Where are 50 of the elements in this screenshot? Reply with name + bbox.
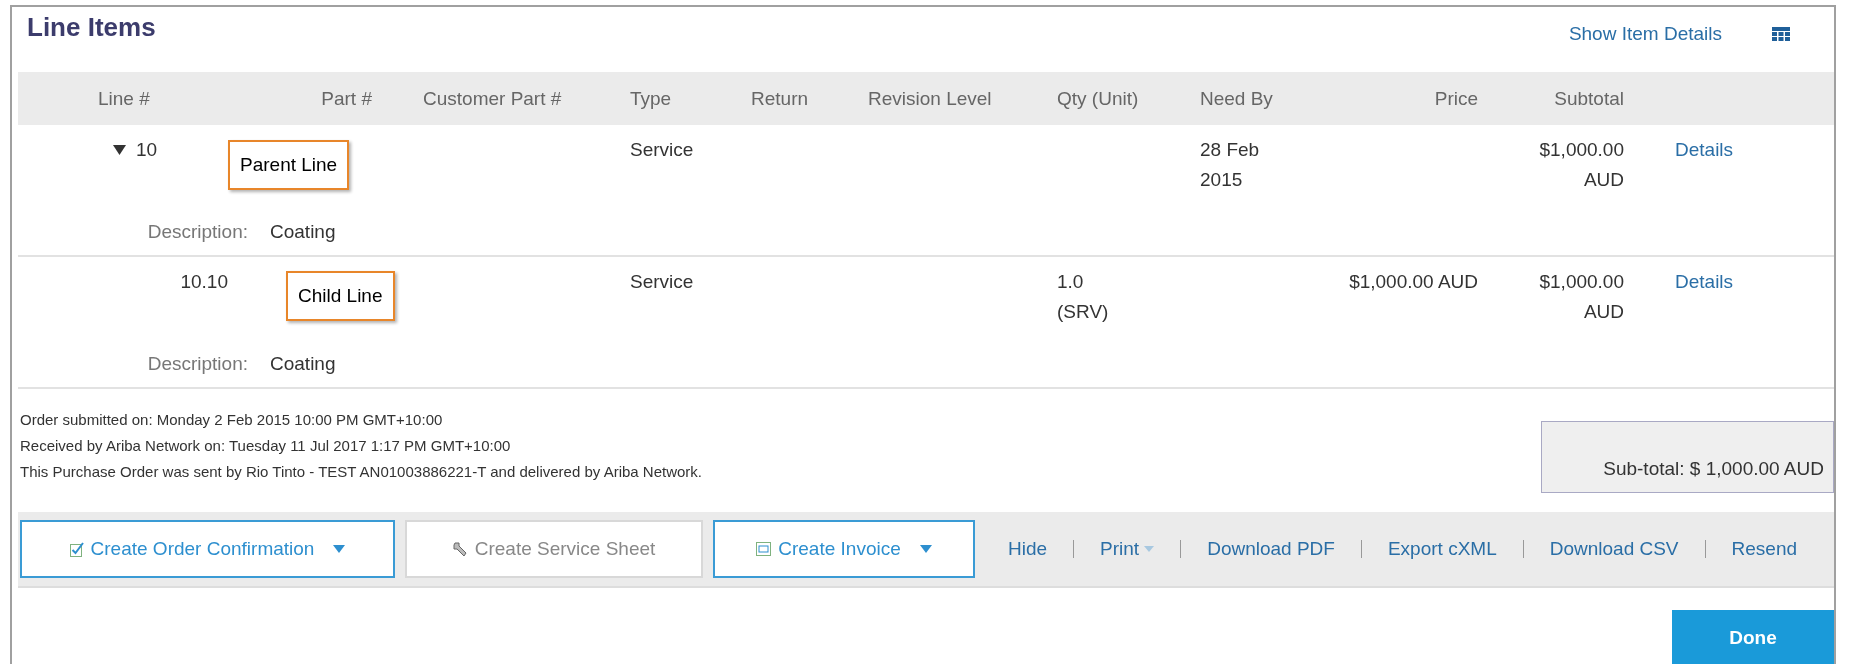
toolbar-link[interactable]: Download PDF <box>1207 538 1335 560</box>
description-label: Description: <box>146 220 248 244</box>
description-value: Coating <box>270 220 336 244</box>
callout-label: Parent Line <box>228 140 350 190</box>
toolbar-link[interactable]: Export cXML <box>1387 538 1497 560</box>
table-settings-icon[interactable] <box>1772 27 1790 41</box>
table-cell: 1.0 (SRV) <box>1057 271 1109 322</box>
section-title: Line Items <box>27 12 156 43</box>
order-info-text: Received by Ariba Network on: Tuesday 11 Jul 2017 1:17 PM GMT+10:00 <box>20 436 512 456</box>
show-item-details-link[interactable]: Show Item Details <box>1568 23 1722 45</box>
toolbar-link[interactable]: Resend <box>1731 538 1798 560</box>
column-header: Part # <box>320 87 373 110</box>
column-header: Type <box>629 87 673 110</box>
column-header: Return <box>750 87 810 110</box>
column-header: Subtotal <box>1553 87 1625 110</box>
toolbar-link[interactable]: Hide <box>1008 538 1048 560</box>
checkbox-icon <box>69 541 84 557</box>
dropdown-caret-icon <box>919 545 932 553</box>
callout-label: Child Line <box>286 271 395 321</box>
column-header: Price <box>1433 87 1479 110</box>
column-header: Line # <box>97 87 151 110</box>
dropdown-caret-icon <box>333 545 346 553</box>
description-label: Description: <box>146 352 248 376</box>
action-button[interactable]: Create Invoice <box>713 520 975 578</box>
table-cell: $1,000.00 AUD <box>1539 139 1624 190</box>
order-info-text: Order submitted on: Monday 2 Feb 2015 10:00 PM GMT+10:00 <box>20 410 444 430</box>
table-cell: $1,000.00 AUD <box>1539 271 1624 322</box>
table-cell: Service <box>630 139 694 160</box>
toolbar-link[interactable]: Print <box>1100 538 1155 560</box>
expand-caret-icon[interactable] <box>113 143 126 156</box>
column-header: Need By <box>1199 87 1274 110</box>
done-button[interactable]: Done <box>1672 610 1834 664</box>
document-icon <box>756 542 772 556</box>
table-cell: $1,000.00 AUD <box>1349 271 1478 292</box>
column-header: Qty (Unit) <box>1056 87 1140 110</box>
description-value: Coating <box>270 352 336 376</box>
details-link[interactable]: Details <box>1675 139 1734 160</box>
subtotal-text: Sub-total: $ 1,000.00 AUD <box>1603 458 1824 480</box>
column-header: Revision Level <box>867 87 993 110</box>
column-header: Customer Part # <box>422 87 563 110</box>
line-number: 10 <box>136 138 158 162</box>
toolbar-link[interactable]: Download CSV <box>1549 538 1679 560</box>
wrench-icon <box>452 541 468 557</box>
details-link[interactable]: Details <box>1675 271 1734 292</box>
table-cell: Service <box>630 271 694 292</box>
line-number: 10.10 <box>180 271 228 292</box>
dropdown-caret-icon <box>1144 546 1155 552</box>
order-info-text: This Purchase Order was sent by Rio Tinto - TEST AN01003886221-T and delivered by Ariba Network. <box>20 462 703 482</box>
table-cell: 28 Feb 2015 <box>1200 139 1260 190</box>
action-button[interactable]: Create Order Confirmation <box>20 520 395 578</box>
